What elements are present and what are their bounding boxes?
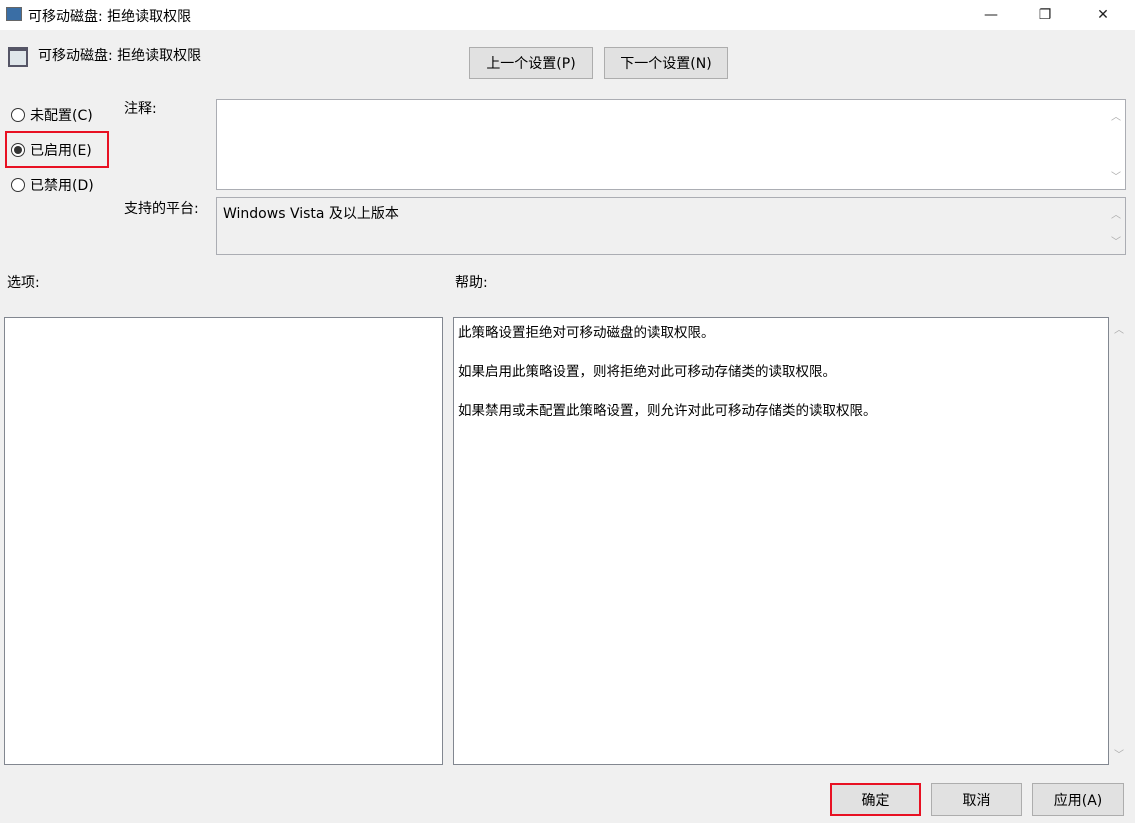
options-panel: [4, 317, 443, 765]
cancel-button[interactable]: 取消: [931, 783, 1022, 816]
radio-label: 未配置(C): [30, 108, 93, 124]
previous-setting-button[interactable]: 上一个设置(P): [469, 47, 593, 79]
scroll-down-icon[interactable]: ﹀: [1111, 233, 1121, 248]
help-panel: 此策略设置拒绝对可移动磁盘的读取权限。 如果启用此策略设置，则将拒绝对此可移动存…: [453, 317, 1109, 765]
scroll-down-icon[interactable]: ﹀: [1111, 168, 1121, 183]
policy-title: 可移动磁盘: 拒绝读取权限: [38, 48, 202, 64]
apply-button[interactable]: 应用(A): [1032, 783, 1124, 816]
help-paragraph: 此策略设置拒绝对可移动磁盘的读取权限。: [458, 325, 715, 341]
radio-disabled[interactable]: 已禁用(D): [11, 175, 94, 195]
restore-icon: ❐: [1038, 7, 1052, 23]
minimize-button[interactable]: —: [968, 0, 1014, 30]
scroll-up-icon[interactable]: ︿: [1114, 321, 1124, 336]
options-label: 选项:: [7, 275, 40, 291]
platform-value: Windows Vista 及以上版本: [223, 206, 399, 222]
window-title: 可移动磁盘: 拒绝读取权限: [28, 9, 192, 25]
next-setting-button[interactable]: 下一个设置(N): [604, 47, 728, 79]
radio-circle: [11, 108, 25, 122]
ok-button[interactable]: 确定: [830, 783, 921, 816]
platform-field: Windows Vista 及以上版本 ︿ ﹀: [216, 197, 1126, 255]
app-icon: [6, 7, 22, 21]
help-paragraph: 如果启用此策略设置，则将拒绝对此可移动存储类的读取权限。: [458, 364, 836, 380]
policy-icon: [8, 47, 28, 67]
help-label: 帮助:: [455, 275, 488, 291]
close-icon: ✕: [1097, 7, 1109, 23]
radio-not-configured[interactable]: 未配置(C): [11, 105, 93, 125]
maximize-button[interactable]: ❐: [1022, 0, 1068, 30]
comment-input[interactable]: ︿ ﹀: [216, 99, 1126, 190]
radio-circle-checked: [11, 143, 25, 157]
close-button[interactable]: ✕: [1080, 0, 1126, 30]
radio-label: 已禁用(D): [30, 178, 94, 194]
help-scrollbar[interactable]: ︿ ﹀: [1109, 317, 1128, 765]
platform-label: 支持的平台:: [124, 201, 199, 217]
radio-label: 已启用(E): [30, 143, 92, 159]
comment-label: 注释:: [124, 101, 157, 117]
radio-enabled[interactable]: 已启用(E): [11, 140, 92, 160]
help-paragraph: 如果禁用或未配置此策略设置，则允许对此可移动存储类的读取权限。: [458, 403, 877, 419]
title-bar: 可移动磁盘: 拒绝读取权限 — ❐ ✕: [0, 0, 1135, 30]
scroll-up-icon[interactable]: ︿: [1111, 108, 1121, 123]
minimize-icon: —: [984, 7, 998, 23]
scroll-down-icon[interactable]: ﹀: [1114, 746, 1124, 761]
radio-circle: [11, 178, 25, 192]
scroll-up-icon[interactable]: ︿: [1111, 206, 1121, 221]
